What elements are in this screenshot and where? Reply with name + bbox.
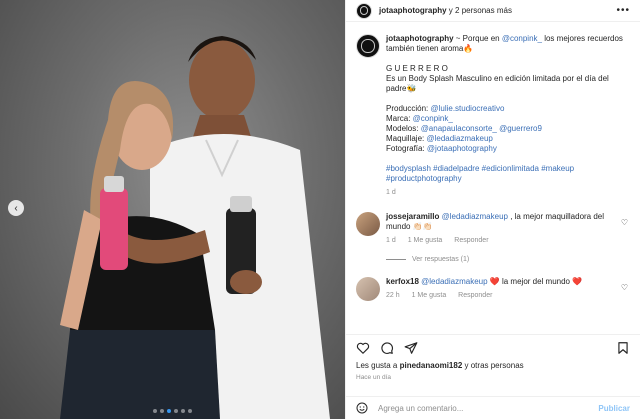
mention-link[interactable]: @conpink_ xyxy=(502,34,542,43)
photo-illustration xyxy=(60,36,330,419)
like-heart-icon[interactable] xyxy=(356,341,370,355)
credit-label: Fotografía: xyxy=(386,144,427,153)
caption-description: Es un Body Splash Masculino en edición l… xyxy=(386,74,609,93)
caption-time: 1 d xyxy=(386,189,396,196)
credit-models: Modelos: @anapaulaconsorte_ @guerrero9 xyxy=(386,124,630,134)
credit-label: Modelos: xyxy=(386,124,421,133)
comment-time: 22 h xyxy=(386,292,400,299)
comment-item: kerfox18 @ledadiazmakeup ❤️ la mejor del… xyxy=(356,277,630,301)
post-actions xyxy=(346,334,640,360)
author-username-link[interactable]: jotaaphotography xyxy=(379,6,447,15)
post-timestamp: Hace un día xyxy=(356,374,392,381)
hashtags[interactable]: #bodysplash #diadelpadre #edicionlimitad… xyxy=(386,164,630,184)
post-header: jotaaphotography y 2 personas más ••• xyxy=(346,0,640,22)
post-comment-button[interactable]: Publicar xyxy=(598,404,630,413)
comment-input[interactable] xyxy=(378,403,599,413)
mention-link[interactable]: @ledadiazmakeup xyxy=(421,277,487,286)
mention-link[interactable]: @lulie.studiocreativo xyxy=(430,104,504,113)
caption-product-title: G U E R R E R O xyxy=(386,64,448,73)
credit-production: Producción: @lulie.studiocreativo xyxy=(386,104,630,114)
replies-divider xyxy=(386,259,406,260)
credit-label: Maquillaje: xyxy=(386,134,427,143)
carousel-indicator xyxy=(0,409,345,413)
credit-makeup: Maquillaje: @ledadiazmakeup xyxy=(386,134,630,144)
view-replies-button[interactable]: Ver respuestas (1) xyxy=(386,256,630,263)
comment-time: 1 d xyxy=(386,237,396,244)
caption-username[interactable]: jotaaphotography xyxy=(386,34,454,43)
save-bookmark-icon[interactable] xyxy=(616,341,630,355)
comment-meta: 22 h 1 Me gusta Responder xyxy=(386,291,614,301)
like-comment-icon[interactable]: ♡ xyxy=(621,283,628,292)
commenter-username[interactable]: jossejaramillo xyxy=(386,212,439,221)
comment-likes[interactable]: 1 Me gusta xyxy=(408,237,443,244)
more-options-icon[interactable]: ••• xyxy=(616,5,630,16)
mention-link[interactable]: @jotaaphotography xyxy=(427,144,497,153)
share-icon[interactable] xyxy=(404,341,418,355)
carousel-dot xyxy=(174,409,178,413)
likes-suffix[interactable]: y otras personas xyxy=(462,361,524,370)
post-photo[interactable]: ‹ xyxy=(0,0,345,419)
comment-likes[interactable]: 1 Me gusta xyxy=(412,292,447,299)
post-author: jotaaphotography y 2 personas más xyxy=(379,6,512,15)
comment-icon[interactable] xyxy=(380,341,394,355)
post-details-panel: jotaaphotography y 2 personas más ••• jo… xyxy=(345,0,640,419)
carousel-dot xyxy=(153,409,157,413)
emoji-icon[interactable] xyxy=(356,402,368,414)
mention-link[interactable]: @ledadiazmakeup xyxy=(426,134,492,143)
likes-prefix: Les gusta a xyxy=(356,361,400,370)
heart-emoji-icon: ❤️ xyxy=(572,277,583,286)
credit-photography: Fotografía: @jotaaphotography xyxy=(386,144,630,154)
mention-link[interactable]: @conpink_ xyxy=(413,114,453,123)
commenter-avatar[interactable] xyxy=(356,277,380,301)
comments-list[interactable]: jotaaphotography ~ Porque en @conpink_ l… xyxy=(346,22,640,334)
carousel-dot-active xyxy=(167,409,171,413)
caption-avatar[interactable] xyxy=(356,34,380,58)
author-avatar[interactable] xyxy=(356,2,372,19)
reply-button[interactable]: Responder xyxy=(454,237,488,244)
mention-link[interactable]: @anapaulaconsorte_ @guerrero9 xyxy=(421,124,542,133)
carousel-dot xyxy=(181,409,185,413)
comment-text: jossejaramillo @ledadiazmakeup , la mejo… xyxy=(386,212,614,232)
carousel-dot xyxy=(160,409,164,413)
collaborators-link[interactable]: y 2 personas más xyxy=(449,6,512,15)
comment-item: jossejaramillo @ledadiazmakeup , la mejo… xyxy=(356,212,630,246)
chevron-left-icon: ‹ xyxy=(14,202,18,214)
comment-text: kerfox18 @ledadiazmakeup ❤️ la mejor del… xyxy=(386,277,614,287)
mention-link[interactable]: @ledadiazmakeup xyxy=(442,212,508,221)
post-dialog: ‹ jotaaphotography y 2 personas más ••• … xyxy=(0,0,640,419)
commenter-avatar[interactable] xyxy=(356,212,380,236)
heart-emoji-icon: ❤️ xyxy=(489,277,500,286)
caption-text: ~ Porque en xyxy=(453,34,502,43)
comment-body: la mejor del mundo xyxy=(499,277,573,286)
liker-username[interactable]: pinedanaomi182 xyxy=(400,361,463,370)
view-replies-label: Ver respuestas (1) xyxy=(412,256,470,263)
comment-meta: 1 d 1 Me gusta Responder xyxy=(386,236,614,246)
carousel-dot xyxy=(188,409,192,413)
reply-button[interactable]: Responder xyxy=(458,292,492,299)
previous-slide-button[interactable]: ‹ xyxy=(8,200,24,216)
credit-brand: Marca: @conpink_ xyxy=(386,114,630,124)
comment-composer: Publicar xyxy=(346,396,640,419)
credit-label: Producción: xyxy=(386,104,431,113)
commenter-username[interactable]: kerfox18 xyxy=(386,277,419,286)
credit-label: Marca: xyxy=(386,114,413,123)
like-comment-icon[interactable]: ♡ xyxy=(621,218,628,227)
caption-intro: jotaaphotography ~ Porque en @conpink_ l… xyxy=(386,34,630,54)
likes-summary: Les gusta a pinedanaomi182 y otras perso… xyxy=(356,361,524,370)
post-caption: jotaaphotography ~ Porque en @conpink_ l… xyxy=(356,34,630,198)
